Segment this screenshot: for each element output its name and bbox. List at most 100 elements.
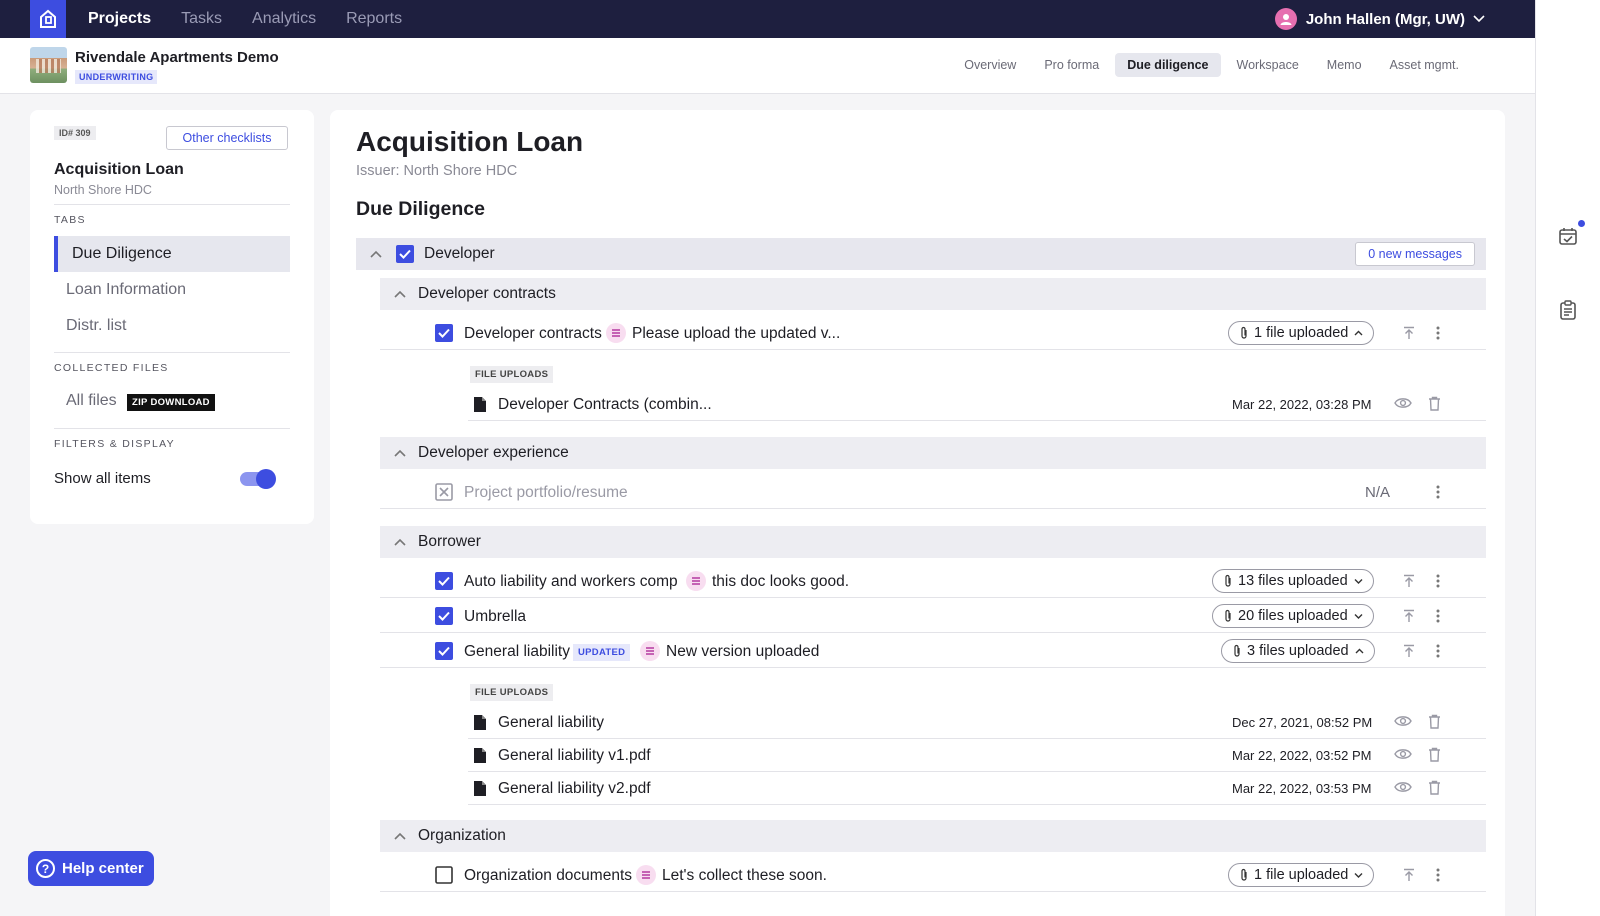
trash-icon[interactable] — [1428, 747, 1441, 762]
subgroup-header-borrower[interactable]: Borrower — [380, 526, 1486, 558]
item-note[interactable]: Let's collect these soon. — [662, 867, 827, 885]
more-options-icon[interactable] — [1436, 484, 1440, 500]
more-options-icon[interactable] — [1436, 867, 1440, 883]
chevron-down-icon — [1473, 15, 1485, 23]
document-icon — [474, 781, 486, 796]
upload-icon[interactable] — [1402, 574, 1416, 588]
tab-overview[interactable]: Overview — [952, 53, 1028, 77]
file-name[interactable]: General liability v2.pdf — [498, 780, 651, 798]
more-options-icon[interactable] — [1436, 573, 1440, 589]
tab-pro-forma[interactable]: Pro forma — [1032, 53, 1111, 77]
subgroup-header-organization[interactable]: Organization — [380, 820, 1486, 852]
app-logo[interactable] — [30, 0, 66, 38]
trash-icon[interactable] — [1428, 396, 1441, 411]
calendar-check-icon[interactable] — [1558, 226, 1578, 246]
show-all-items-toggle[interactable] — [238, 469, 276, 489]
tab-memo[interactable]: Memo — [1315, 53, 1374, 77]
sidebar-subtitle: North Shore HDC — [54, 183, 152, 197]
upload-icon[interactable] — [1402, 609, 1416, 623]
chevron-up-icon[interactable] — [394, 538, 406, 546]
trash-icon[interactable] — [1428, 714, 1441, 729]
clipboard-icon[interactable] — [1558, 300, 1578, 320]
note-icon[interactable] — [606, 323, 626, 343]
checkbox-checked[interactable] — [396, 245, 414, 263]
checkbox-checked[interactable] — [435, 642, 453, 660]
eye-icon[interactable] — [1394, 748, 1412, 760]
nav-analytics[interactable]: Analytics — [252, 0, 316, 38]
more-options-icon[interactable] — [1436, 325, 1440, 341]
nav-tasks[interactable]: Tasks — [181, 0, 222, 38]
tab-workspace[interactable]: Workspace — [1225, 53, 1311, 77]
checkbox-not-applicable[interactable] — [435, 483, 453, 501]
zip-download-button[interactable]: ZIP DOWNLOAD — [127, 394, 215, 411]
sidebar-item-loan-information[interactable]: Loan Information — [54, 272, 290, 308]
item-note[interactable]: New version uploaded — [666, 643, 819, 661]
upload-icon[interactable] — [1402, 644, 1416, 658]
notification-dot — [1578, 220, 1585, 227]
upload-icon[interactable] — [1402, 868, 1416, 882]
more-options-icon[interactable] — [1436, 643, 1440, 659]
item-label[interactable]: Auto liability and workers comp — [464, 573, 678, 591]
tab-due-diligence[interactable]: Due diligence — [1115, 53, 1221, 77]
tab-asset-mgmt[interactable]: Asset mgmt. — [1378, 53, 1471, 77]
chevron-up-icon[interactable] — [394, 290, 406, 298]
updated-badge: UPDATED — [573, 644, 631, 661]
nav-reports[interactable]: Reports — [346, 0, 402, 38]
item-label[interactable]: General liability — [464, 643, 570, 661]
nav-projects[interactable]: Projects — [88, 0, 151, 38]
other-checklists-button[interactable]: Other checklists — [166, 126, 288, 150]
question-icon: ? — [36, 859, 55, 878]
file-name[interactable]: Developer Contracts (combin... — [498, 396, 712, 414]
checkbox-checked[interactable] — [435, 572, 453, 590]
checkbox-unchecked[interactable] — [435, 866, 453, 884]
files-uploaded-button[interactable]: 13 files uploaded — [1212, 569, 1374, 593]
comment-lines-icon — [612, 329, 620, 337]
trash-icon[interactable] — [1428, 780, 1441, 795]
chevron-up-icon[interactable] — [394, 832, 406, 840]
file-date: Dec 27, 2021, 08:52 PM — [1232, 715, 1373, 730]
note-icon[interactable] — [686, 571, 706, 591]
divider — [54, 428, 290, 429]
project-header: Rivendale Apartments Demo UNDERWRITING O… — [0, 38, 1535, 94]
document-icon — [474, 715, 486, 730]
checkbox-checked[interactable] — [435, 324, 453, 342]
help-center-button[interactable]: ? Help center — [28, 851, 154, 886]
item-label[interactable]: Project portfolio/resume — [464, 484, 628, 502]
eye-icon[interactable] — [1394, 781, 1412, 793]
eye-icon[interactable] — [1394, 397, 1412, 409]
files-uploaded-button[interactable]: 1 file uploaded — [1228, 863, 1375, 887]
paperclip-icon — [1225, 609, 1231, 622]
files-uploaded-button[interactable]: 3 files uploaded — [1221, 639, 1375, 663]
item-note[interactable]: this doc looks good. — [712, 573, 849, 591]
group-header-developer[interactable]: Developer 0 new messages — [356, 238, 1486, 270]
note-icon[interactable] — [640, 641, 660, 661]
more-options-icon[interactable] — [1436, 608, 1440, 624]
subgroup-header-developer-experience[interactable]: Developer experience — [380, 437, 1486, 469]
sidebar-item-due-diligence[interactable]: Due Diligence — [54, 236, 290, 272]
item-note[interactable]: Please upload the updated v... — [632, 325, 840, 343]
subgroup-label: Borrower — [418, 533, 481, 550]
user-menu[interactable]: John Hallen (Mgr, UW) — [1274, 0, 1485, 38]
avatar — [1274, 8, 1297, 30]
files-uploaded-button[interactable]: 20 files uploaded — [1212, 604, 1374, 628]
file-name[interactable]: General liability — [498, 714, 604, 732]
subgroup-header-developer-contracts[interactable]: Developer contracts — [380, 278, 1486, 310]
item-label[interactable]: Developer contracts — [464, 325, 602, 343]
eye-icon[interactable] — [1394, 715, 1412, 727]
sidebar-item-distr-list[interactable]: Distr. list — [54, 308, 290, 344]
id-badge: ID# 309 — [54, 126, 96, 140]
upload-icon[interactable] — [1402, 326, 1416, 340]
comment-lines-icon — [646, 647, 654, 655]
new-messages-button[interactable]: 0 new messages — [1355, 242, 1475, 266]
note-icon[interactable] — [636, 865, 656, 885]
all-files-link[interactable]: All files — [66, 392, 117, 410]
chevron-up-icon[interactable] — [394, 449, 406, 457]
checkbox-checked[interactable] — [435, 607, 453, 625]
file-row: General liability v1.pdf Mar 22, 2022, 0… — [468, 739, 1486, 772]
paperclip-icon — [1241, 326, 1247, 339]
files-uploaded-button[interactable]: 1 file uploaded — [1228, 321, 1375, 345]
item-label[interactable]: Umbrella — [464, 608, 526, 626]
chevron-up-icon[interactable] — [370, 250, 382, 258]
item-label[interactable]: Organization documents — [464, 867, 632, 885]
file-name[interactable]: General liability v1.pdf — [498, 747, 651, 765]
